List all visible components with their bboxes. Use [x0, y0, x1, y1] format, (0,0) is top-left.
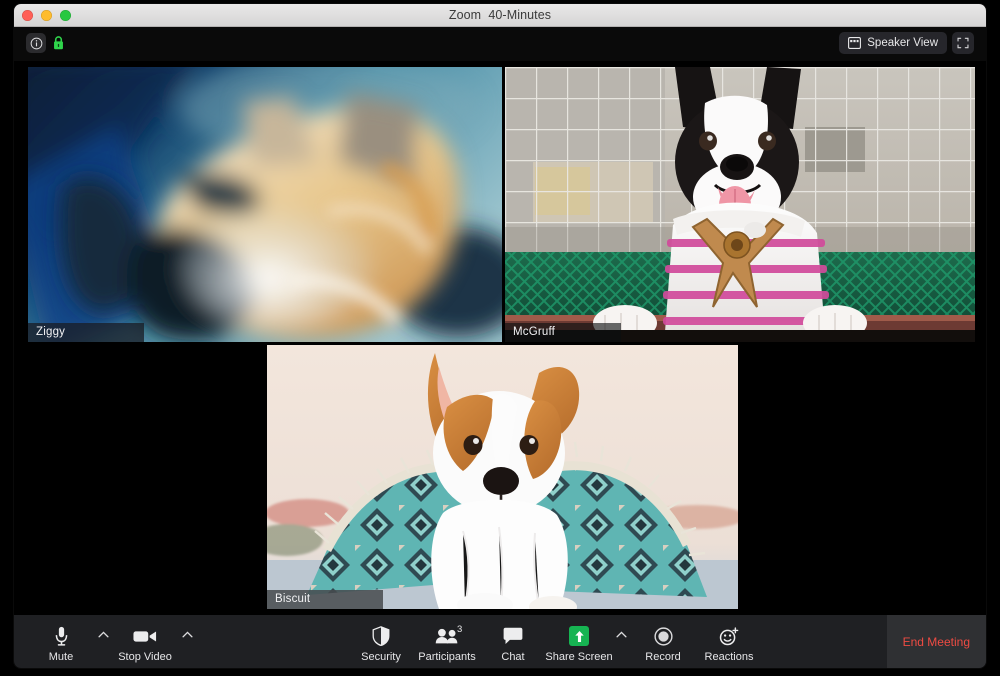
share-screen-button[interactable]: Share Screen — [545, 622, 613, 663]
reactions-label: Reactions — [704, 651, 754, 663]
view-controls-group: Speaker View — [839, 32, 974, 54]
security-button[interactable]: Security — [348, 622, 414, 663]
record-label: Record — [645, 651, 681, 663]
video-tile-mcgruff[interactable]: McGruff — [505, 67, 975, 342]
record-circle-icon — [653, 625, 673, 647]
meeting-info-button[interactable] — [26, 33, 46, 53]
share-options-chevron[interactable] — [612, 622, 630, 638]
upload-arrow-icon — [574, 630, 584, 642]
participant-name-badge: Biscuit — [267, 590, 383, 609]
stop-video-button[interactable]: Stop Video — [112, 622, 178, 663]
participants-count-badge: 3 — [457, 624, 463, 635]
chat-button[interactable]: Chat — [480, 622, 546, 663]
toolbar-right-group: End Meeting — [886, 615, 986, 668]
shield-icon — [372, 625, 390, 647]
microphone-icon — [54, 625, 69, 647]
chevron-up-icon — [181, 631, 193, 638]
video-stage: Ziggy McGruff Biscuit — [14, 61, 986, 615]
speaker-view-label: Speaker View — [867, 37, 938, 49]
close-window-button[interactable] — [22, 10, 33, 21]
meeting-toolbar: Mute Stop Video Security 3 Participants … — [14, 615, 986, 668]
ziggy-video-feed — [28, 67, 502, 342]
minimize-window-button[interactable] — [41, 10, 52, 21]
participants-label: Participants — [418, 651, 476, 663]
audio-options-chevron[interactable] — [94, 622, 112, 638]
info-icon — [30, 37, 42, 49]
participants-button[interactable]: 3 Participants — [414, 622, 480, 663]
chevron-up-icon — [97, 631, 109, 638]
chat-bubble-icon — [503, 625, 523, 647]
reactions-button[interactable]: Reactions — [696, 622, 762, 663]
reactions-smiley-icon — [719, 625, 739, 647]
record-button[interactable]: Record — [630, 622, 696, 663]
window-title: Zoom 40-Minutes — [448, 8, 552, 22]
window-titlebar: Zoom 40-Minutes — [14, 4, 986, 27]
end-meeting-button[interactable]: End Meeting — [886, 615, 986, 668]
share-screen-icon — [569, 625, 589, 647]
traffic-light-buttons — [22, 10, 71, 21]
share-screen-label: Share Screen — [545, 651, 613, 663]
video-camera-icon — [133, 625, 157, 647]
meeting-topbar: Speaker View — [14, 27, 986, 61]
fullscreen-button[interactable] — [952, 32, 974, 54]
video-options-chevron[interactable] — [178, 622, 196, 638]
speaker-view-button[interactable]: Speaker View — [839, 32, 947, 54]
grid-view-icon — [848, 37, 862, 49]
stop-video-label: Stop Video — [118, 651, 172, 663]
meeting-info-group — [26, 33, 65, 53]
participant-name-badge: McGruff — [505, 323, 621, 342]
fullscreen-expand-icon — [957, 37, 969, 49]
participant-name-badge: Ziggy — [28, 323, 144, 342]
mute-button[interactable]: Mute — [28, 622, 94, 663]
biscuit-video-feed — [267, 345, 738, 609]
chevron-up-icon — [615, 631, 627, 638]
toolbar-left-group: Mute Stop Video — [28, 622, 196, 663]
people-icon: 3 — [435, 624, 463, 647]
video-tile-ziggy[interactable]: Ziggy — [28, 67, 502, 342]
encryption-lock-icon[interactable] — [52, 35, 65, 51]
mcgruff-video-feed — [505, 67, 975, 342]
toolbar-center-group: Security 3 Participants Chat Share Scree… — [348, 622, 762, 663]
mute-label: Mute — [48, 651, 74, 663]
chat-label: Chat — [501, 651, 525, 663]
video-tile-biscuit[interactable]: Biscuit — [267, 345, 738, 609]
maximize-window-button[interactable] — [60, 10, 71, 21]
zoom-meeting-window: Zoom 40-Minutes Speaker View Ziggy McGru… — [14, 4, 986, 668]
security-label: Security — [361, 651, 401, 663]
